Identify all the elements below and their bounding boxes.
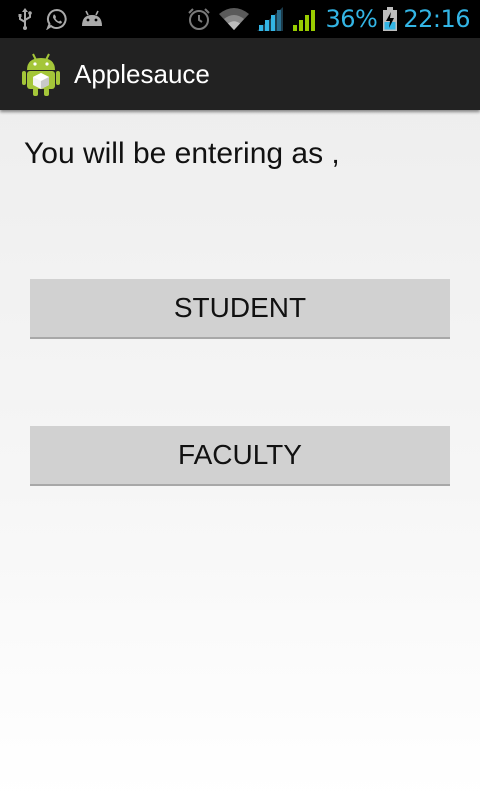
system-icons: 36% 22:16 <box>179 5 470 33</box>
battery-charging-icon <box>383 7 398 31</box>
usb-icon <box>16 8 34 30</box>
status-bar: 36% 22:16 <box>0 0 480 38</box>
whatsapp-icon <box>46 8 68 30</box>
battery-percent: 36% <box>325 5 378 33</box>
clock: 22:16 <box>403 5 470 33</box>
wifi-icon <box>219 8 250 30</box>
student-button[interactable]: STUDENT <box>30 279 450 339</box>
notification-icons <box>16 8 116 30</box>
alarm-icon <box>187 7 211 31</box>
entry-prompt: You will be entering as , <box>24 137 340 170</box>
signal-icon <box>257 7 284 31</box>
action-bar: Applesauce <box>0 38 480 110</box>
signal-icon <box>291 7 317 31</box>
android-app-icon <box>22 52 60 96</box>
android-debug-icon <box>80 10 104 28</box>
faculty-button[interactable]: FACULTY <box>30 426 450 486</box>
app-title: Applesauce <box>74 58 210 89</box>
